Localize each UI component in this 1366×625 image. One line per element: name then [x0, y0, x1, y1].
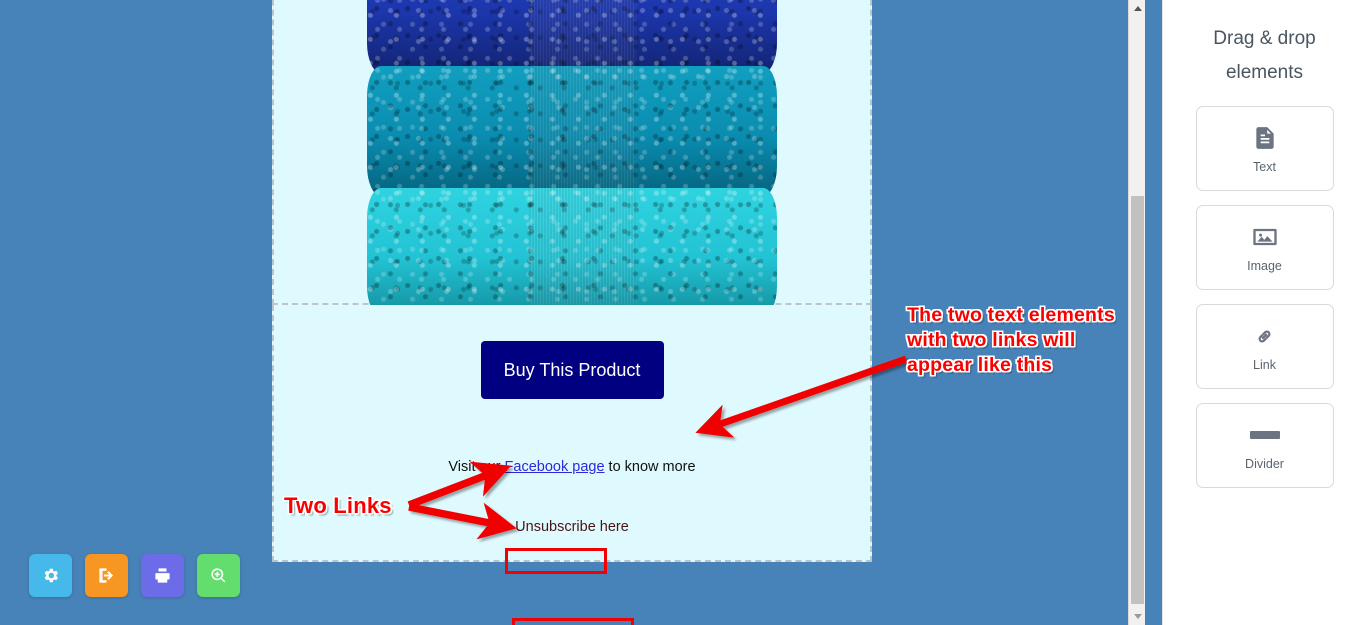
sidebar-item-image[interactable]: Image: [1195, 205, 1334, 290]
towel-stack-image[interactable]: [367, 0, 777, 316]
two-links-annotation-note: Two Links: [284, 493, 392, 518]
buy-this-product-button[interactable]: Buy This Product: [480, 341, 664, 399]
printer-icon: [155, 568, 170, 583]
unsubscribe-link-highlight-box: [512, 618, 634, 625]
save-button[interactable]: [141, 554, 184, 597]
sidebar-element-list: Text Image Link Divider: [1163, 106, 1366, 488]
image-icon: [1251, 222, 1279, 252]
email-template-canvas[interactable]: Buy This Product Visit our Facebook page…: [272, 0, 872, 625]
sidebar-item-label: Image: [1247, 259, 1282, 273]
divider-icon: [1249, 420, 1280, 450]
settings-button[interactable]: [29, 554, 72, 597]
scroll-up-arrow[interactable]: [1129, 0, 1145, 17]
dark-blue-towel: [367, 0, 777, 73]
floating-toolbar: [29, 554, 240, 597]
sidebar-item-label: Link: [1253, 358, 1276, 372]
sidebar-title: Drag & drop elements: [1213, 28, 1316, 83]
zoom-in-icon: [211, 568, 226, 583]
sidebar-item-divider[interactable]: Divider: [1195, 403, 1334, 488]
sidebar-item-text[interactable]: Text: [1195, 106, 1334, 191]
visit-text-element[interactable]: Visit our Facebook page to know more: [274, 460, 870, 475]
facebook-link-highlight-box: [505, 548, 607, 574]
export-icon: [99, 568, 114, 583]
right-annotation-note: The two text elements with two links wil…: [907, 304, 1115, 376]
visit-suffix-text: to know more: [604, 459, 696, 475]
sidebar-item-label: Text: [1253, 160, 1276, 174]
canvas-scrollbar[interactable]: [1128, 0, 1145, 625]
facebook-page-link[interactable]: Facebook page: [505, 459, 605, 475]
editor-canvas-area: Buy This Product Visit our Facebook page…: [0, 0, 1145, 625]
unsubscribe-here-link[interactable]: Unsubscribe here: [515, 519, 629, 535]
elements-sidebar: Drag & drop elements Text Image Link Div…: [1162, 0, 1366, 625]
sidebar-item-label: Divider: [1245, 457, 1284, 471]
scroll-down-arrow[interactable]: [1129, 608, 1145, 625]
link-icon: [1251, 321, 1278, 351]
scrollbar-thumb[interactable]: [1131, 196, 1144, 604]
unsubscribe-text-element[interactable]: Unsubscribe here: [274, 518, 870, 536]
visit-prefix-text: Visit our: [448, 459, 505, 475]
preview-button[interactable]: [197, 554, 240, 597]
content-block[interactable]: Buy This Product Visit our Facebook page…: [272, 305, 872, 625]
teal-towel: [367, 66, 777, 196]
gear-icon: [44, 568, 58, 583]
image-block[interactable]: [272, 0, 872, 316]
cyan-towel: [367, 188, 777, 316]
export-button[interactable]: [85, 554, 128, 597]
sidebar-item-link[interactable]: Link: [1195, 304, 1334, 389]
document-icon: [1252, 123, 1278, 153]
